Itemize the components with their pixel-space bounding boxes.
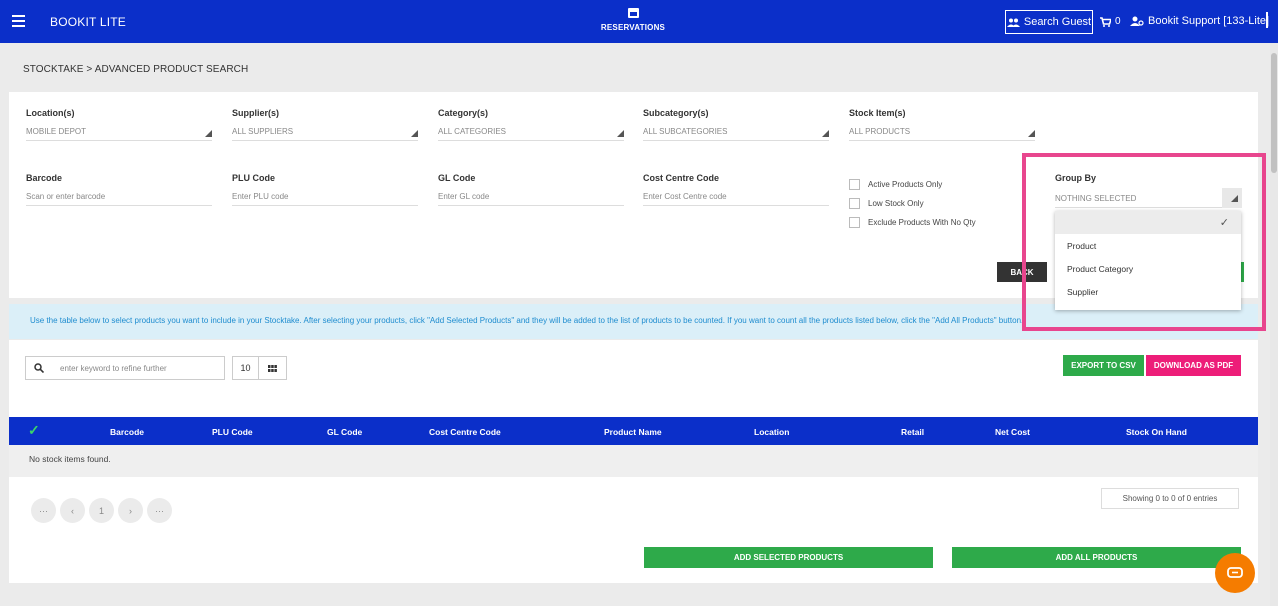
cart-button[interactable]: 0 <box>1100 16 1121 27</box>
location-select[interactable]: MOBILE DEPOT <box>26 127 212 141</box>
low-stock-checkbox[interactable]: Low Stock Only <box>849 198 924 209</box>
entries-summary: Showing 0 to 0 of 0 entries <box>1101 488 1239 509</box>
user-menu[interactable]: Bookit Support [133-Lite] <box>1130 15 1269 27</box>
search-guest-button[interactable]: Search Guest <box>1005 10 1093 34</box>
grid-icon[interactable] <box>259 364 286 372</box>
brand-name: BOOKIT LITE <box>50 15 126 29</box>
table-header: ✓ Barcode PLU Code GL Code Cost Centre C… <box>9 417 1258 445</box>
calendar-icon <box>627 8 639 18</box>
gl-field: GL Code Enter GL code <box>438 173 624 206</box>
select-all-check-icon[interactable]: ✓ <box>28 422 40 439</box>
chat-button[interactable] <box>1215 553 1255 593</box>
col-product-name[interactable]: Product Name <box>604 427 662 437</box>
users-icon <box>1006 18 1020 27</box>
results-card: enter keyword to refine further 10 EXPOR… <box>9 340 1258 583</box>
cost-centre-input[interactable]: Enter Cost Centre code <box>643 192 829 206</box>
stock-item-filter[interactable]: Stock Item(s) ALL PRODUCTS <box>849 108 1035 141</box>
plu-input[interactable]: Enter PLU code <box>232 192 418 206</box>
subcategory-filter[interactable]: Subcategory(s) ALL SUBCATEGORIES <box>643 108 829 141</box>
col-cost-centre-code[interactable]: Cost Centre Code <box>429 427 501 437</box>
highlight-box <box>1022 153 1266 331</box>
cost-centre-field: Cost Centre Code Enter Cost Centre code <box>643 173 829 206</box>
scrollbar-thumb[interactable] <box>1271 53 1277 173</box>
empty-table-message: No stock items found. <box>9 445 1258 477</box>
col-plu-code[interactable]: PLU Code <box>212 427 253 437</box>
user-gear-icon <box>1130 16 1144 26</box>
dropdown-arrow-icon <box>205 130 212 137</box>
download-pdf-button[interactable]: DOWNLOAD AS PDF <box>1146 355 1241 376</box>
search-icon <box>26 363 52 373</box>
category-select[interactable]: ALL CATEGORIES <box>438 127 624 141</box>
col-barcode[interactable]: Barcode <box>110 427 144 437</box>
pager-next[interactable]: › <box>118 498 143 523</box>
pager-first[interactable]: ··· <box>31 498 56 523</box>
col-location[interactable]: Location <box>754 427 789 437</box>
category-filter[interactable]: Category(s) ALL CATEGORIES <box>438 108 624 141</box>
top-nav-bar: BOOKIT LITE RESERVATIONS Search Guest 0 … <box>0 0 1278 43</box>
stock-item-select[interactable]: ALL PRODUCTS <box>849 127 1035 141</box>
reservations-nav[interactable]: RESERVATIONS <box>600 8 666 33</box>
add-all-products-button[interactable]: ADD ALL PRODUCTS <box>952 547 1241 568</box>
page-scrollbar[interactable] <box>1270 43 1278 606</box>
col-retail[interactable]: Retail <box>901 427 924 437</box>
add-selected-products-button[interactable]: ADD SELECTED PRODUCTS <box>644 547 933 568</box>
cart-count: 0 <box>1115 16 1121 27</box>
chat-icon <box>1227 567 1243 578</box>
pager-last[interactable]: ··· <box>147 498 172 523</box>
search-input[interactable]: enter keyword to refine further <box>60 364 167 373</box>
gl-input[interactable]: Enter GL code <box>438 192 624 206</box>
dropdown-arrow-icon <box>617 130 624 137</box>
pagination: ··· ‹ 1 › ··· <box>31 498 172 523</box>
pager-prev[interactable]: ‹ <box>60 498 85 523</box>
menu-icon[interactable] <box>12 15 25 27</box>
page-size-control[interactable]: 10 <box>232 356 287 380</box>
dropdown-arrow-icon <box>1028 130 1035 137</box>
supplier-filter[interactable]: Supplier(s) ALL SUPPLIERS <box>232 108 418 141</box>
exclude-no-qty-checkbox[interactable]: Exclude Products With No Qty <box>849 217 976 228</box>
dropdown-arrow-icon <box>411 130 418 137</box>
supplier-select[interactable]: ALL SUPPLIERS <box>232 127 418 141</box>
cart-icon <box>1100 16 1111 27</box>
nav-divider <box>1266 12 1268 28</box>
barcode-field: Barcode Scan or enter barcode <box>26 173 212 206</box>
subcategory-select[interactable]: ALL SUBCATEGORIES <box>643 127 829 141</box>
plu-field: PLU Code Enter PLU code <box>232 173 418 206</box>
keyword-search[interactable]: enter keyword to refine further <box>25 356 225 380</box>
export-csv-button[interactable]: EXPORT TO CSV <box>1063 355 1144 376</box>
page-size-value[interactable]: 10 <box>233 357 259 379</box>
pager-page[interactable]: 1 <box>89 498 114 523</box>
col-gl-code[interactable]: GL Code <box>327 427 362 437</box>
col-stock-on-hand[interactable]: Stock On Hand <box>1126 427 1187 437</box>
active-products-checkbox[interactable]: Active Products Only <box>849 179 942 190</box>
col-net-cost[interactable]: Net Cost <box>995 427 1030 437</box>
barcode-input[interactable]: Scan or enter barcode <box>26 192 212 206</box>
dropdown-arrow-icon <box>822 130 829 137</box>
breadcrumb: STOCKTAKE > ADVANCED PRODUCT SEARCH <box>23 64 249 75</box>
location-filter[interactable]: Location(s) MOBILE DEPOT <box>26 108 212 141</box>
